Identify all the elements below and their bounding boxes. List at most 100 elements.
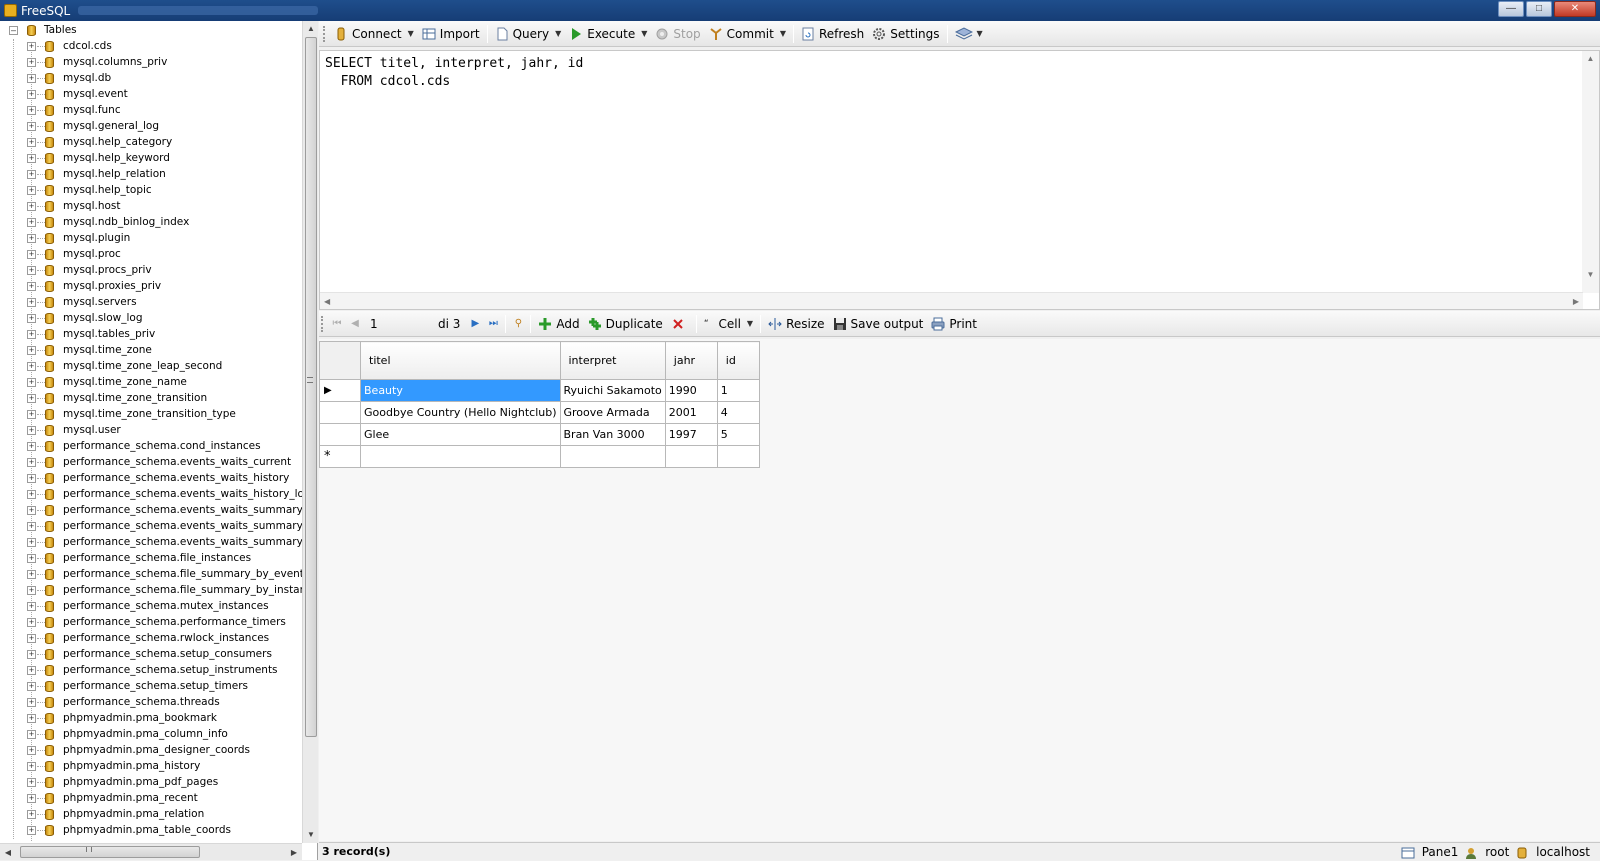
table-row[interactable]: ▶ Beauty Ryuichi Sakamoto 1990 1	[319, 379, 760, 402]
expand-icon[interactable]: +	[27, 618, 36, 627]
column-header-jahr[interactable]: jahr	[664, 341, 718, 380]
grid-cell[interactable]: 1990	[664, 379, 718, 402]
record-position-input[interactable]: 1	[368, 315, 412, 333]
connect-button[interactable]: Connect ▼	[330, 23, 418, 45]
row-header[interactable]	[319, 423, 361, 446]
tree-item[interactable]: + phpmyadmin.pma_table_coords	[0, 822, 302, 838]
tree-item[interactable]: + mysql.time_zone_name	[0, 374, 302, 390]
chevron-down-icon[interactable]: ▼	[641, 29, 647, 38]
tree-item[interactable]: + performance_schema.cond_instances	[0, 438, 302, 454]
expand-icon[interactable]: +	[27, 410, 36, 419]
tree-root-tables[interactable]: – Tables	[0, 22, 302, 38]
tree-item[interactable]: + mysql.db	[0, 70, 302, 86]
expand-icon[interactable]: +	[27, 122, 36, 131]
previous-record-icon[interactable]: ◀	[346, 315, 364, 333]
tree-item[interactable]: + mysql.general_log	[0, 118, 302, 134]
expand-icon[interactable]: +	[27, 442, 36, 451]
expand-icon[interactable]: +	[27, 794, 36, 803]
current-row-arrow-icon[interactable]: ▶	[319, 379, 361, 402]
expand-icon[interactable]: +	[27, 266, 36, 275]
expand-icon[interactable]: +	[27, 138, 36, 147]
settings-button[interactable]: Settings	[868, 23, 943, 45]
tree-item[interactable]: + cdcol.cds	[0, 38, 302, 54]
scroll-down-arrow-icon[interactable]: ▼	[1582, 267, 1599, 283]
refresh-button[interactable]: Refresh	[797, 23, 868, 45]
column-header-titel[interactable]: titel	[360, 341, 561, 380]
expand-icon[interactable]: +	[27, 554, 36, 563]
execute-button[interactable]: Execute ▼	[565, 23, 651, 45]
column-header-id[interactable]: id	[716, 341, 760, 380]
grid-cell[interactable]	[716, 445, 760, 468]
expand-icon[interactable]: +	[27, 106, 36, 115]
expand-icon[interactable]: +	[27, 282, 36, 291]
tree-item[interactable]: + phpmyadmin.pma_relation	[0, 806, 302, 822]
expand-icon[interactable]: +	[27, 698, 36, 707]
grid-cell[interactable]: Beauty	[360, 379, 561, 402]
expand-icon[interactable]: +	[27, 218, 36, 227]
tree-item[interactable]: + mysql.servers	[0, 294, 302, 310]
tree-item[interactable]: + phpmyadmin.pma_pdf_pages	[0, 774, 302, 790]
chevron-down-icon[interactable]: ▼	[780, 29, 786, 38]
grid-cell[interactable]: Groove Armada	[559, 401, 666, 424]
expand-icon[interactable]: +	[27, 58, 36, 67]
table-row[interactable]: Glee Bran Van 3000 1997 5	[319, 423, 760, 446]
tree-item[interactable]: + mysql.func	[0, 102, 302, 118]
grid-cell[interactable]: 1	[716, 379, 760, 402]
tree-item[interactable]: + mysql.help_category	[0, 134, 302, 150]
tree-horizontal-scrollbar[interactable]: ◀ ▶	[0, 843, 302, 860]
expand-icon[interactable]: +	[27, 602, 36, 611]
tree-item[interactable]: + mysql.help_keyword	[0, 150, 302, 166]
next-record-icon[interactable]: ▶	[466, 315, 484, 333]
scroll-left-arrow-icon[interactable]: ◀	[324, 293, 330, 310]
editor-horizontal-scrollbar[interactable]: ◀ ▶	[320, 292, 1583, 309]
expand-icon[interactable]: +	[27, 74, 36, 83]
expand-icon[interactable]: +	[27, 42, 36, 51]
expand-icon[interactable]: +	[27, 346, 36, 355]
tree-item[interactable]: + performance_schema.setup_consumers	[0, 646, 302, 662]
tree-vertical-scrollbar[interactable]: ▲ ▼	[302, 21, 318, 843]
toolbar-grip[interactable]	[323, 25, 326, 42]
tree-item[interactable]: + performance_schema.performance_timers	[0, 614, 302, 630]
scroll-thumb[interactable]	[20, 846, 200, 858]
tree-item[interactable]: + performance_schema.events_waits_summary…	[0, 502, 302, 518]
expand-icon[interactable]: +	[27, 682, 36, 691]
grid-cell[interactable]: 5	[716, 423, 760, 446]
navigator-grip[interactable]	[321, 315, 324, 332]
scroll-right-arrow-icon[interactable]: ▶	[286, 844, 302, 861]
import-button[interactable]: Import	[418, 23, 484, 45]
expand-icon[interactable]: +	[27, 170, 36, 179]
last-record-icon[interactable]: ⏭	[484, 315, 502, 333]
grid-cell[interactable]	[664, 445, 718, 468]
scroll-left-arrow-icon[interactable]: ◀	[0, 844, 16, 861]
expand-icon[interactable]: +	[27, 570, 36, 579]
scroll-thumb[interactable]	[305, 37, 317, 737]
tree-item[interactable]: + phpmyadmin.pma_history	[0, 758, 302, 774]
tree-item[interactable]: + mysql.plugin	[0, 230, 302, 246]
expand-icon[interactable]: +	[27, 378, 36, 387]
tree-item[interactable]: + performance_schema.file_summary_by_inst…	[0, 582, 302, 598]
expand-icon[interactable]: +	[27, 154, 36, 163]
tree-item[interactable]: + mysql.proxies_priv	[0, 278, 302, 294]
tree-item[interactable]: + performance_schema.threads	[0, 694, 302, 710]
expand-icon[interactable]: +	[27, 250, 36, 259]
chevron-down-icon[interactable]: ▼	[977, 29, 983, 38]
grid-cell[interactable]: Bran Van 3000	[559, 423, 666, 446]
expand-icon[interactable]: +	[27, 666, 36, 675]
maximize-button[interactable]: □	[1526, 1, 1552, 17]
expand-icon[interactable]: +	[27, 778, 36, 787]
editor-vertical-scrollbar[interactable]: ▲ ▼	[1582, 51, 1599, 293]
chevron-down-icon[interactable]: ▼	[408, 29, 414, 38]
tree-item[interactable]: + performance_schema.mutex_instances	[0, 598, 302, 614]
expand-icon[interactable]: +	[27, 362, 36, 371]
tree-item[interactable]: + performance_schema.events_waits_summary…	[0, 518, 302, 534]
expand-icon[interactable]: +	[27, 298, 36, 307]
tree-item[interactable]: + phpmyadmin.pma_recent	[0, 790, 302, 806]
tree-item[interactable]: + performance_schema.setup_timers	[0, 678, 302, 694]
tree-item[interactable]: + phpmyadmin.pma_designer_coords	[0, 742, 302, 758]
tree-item[interactable]: + phpmyadmin.pma_bookmark	[0, 710, 302, 726]
expand-icon[interactable]: +	[27, 394, 36, 403]
expand-icon[interactable]: +	[27, 90, 36, 99]
scroll-down-arrow-icon[interactable]: ▼	[303, 827, 319, 843]
tree-item[interactable]: + performance_schema.rwlock_instances	[0, 630, 302, 646]
tree-item[interactable]: + mysql.time_zone_transition_type	[0, 406, 302, 422]
